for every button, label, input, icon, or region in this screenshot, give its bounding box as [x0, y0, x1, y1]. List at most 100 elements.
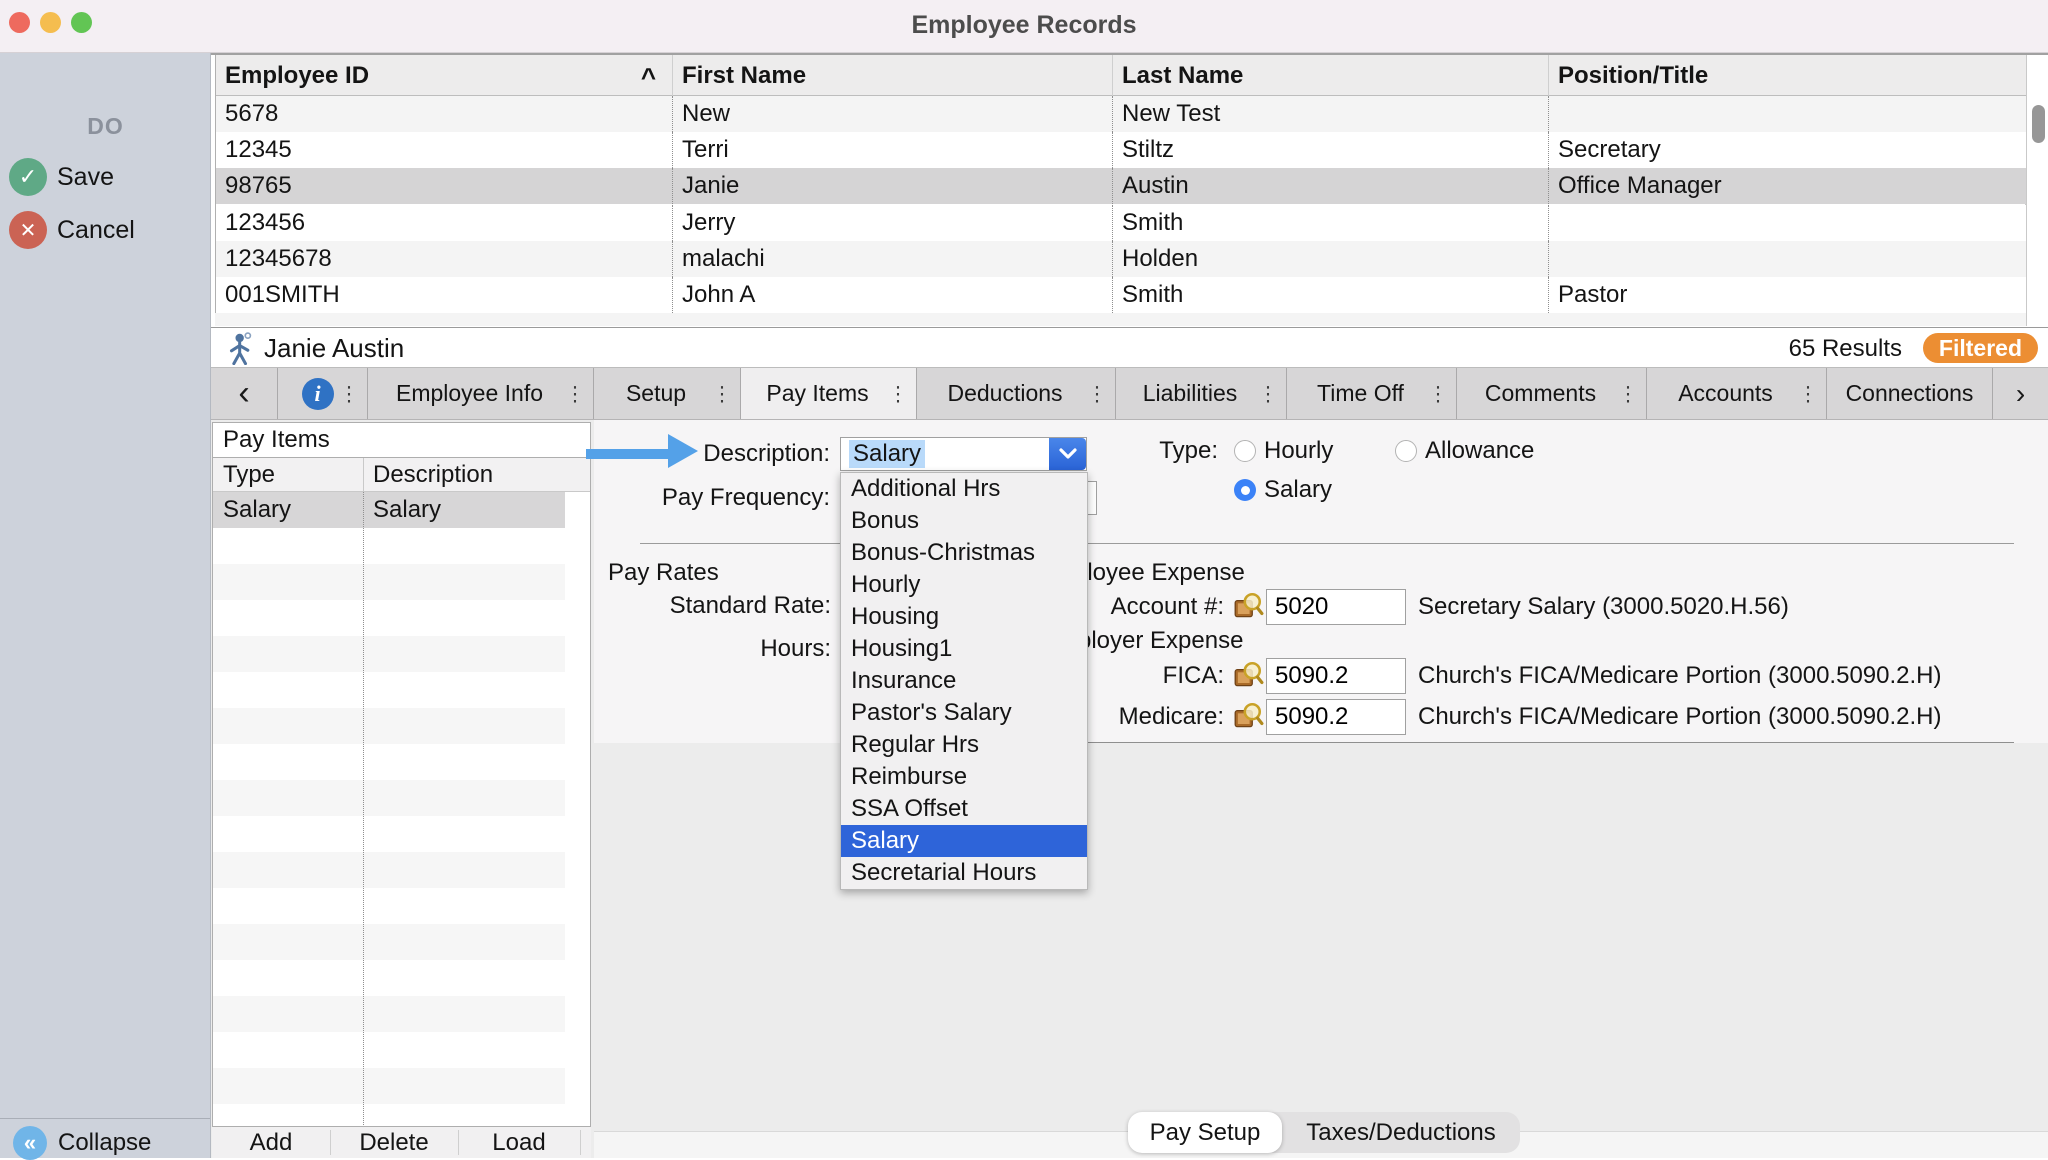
table-row[interactable]: 12345 Terri Stiltz Secretary: [216, 132, 2027, 168]
tab-menu-icon[interactable]: ⋮: [339, 381, 359, 406]
tab-menu-icon[interactable]: ⋮: [1798, 381, 1818, 406]
tab-menu-icon[interactable]: ⋮: [1428, 381, 1448, 406]
tab-connections[interactable]: Connections: [1827, 368, 1993, 419]
empty-list-row[interactable]: [213, 852, 565, 888]
tab-accounts[interactable]: Accounts⋮: [1647, 368, 1827, 419]
table-row[interactable]: 12345678 malachi Holden: [216, 241, 2027, 277]
empty-list-row[interactable]: [213, 996, 565, 1032]
filtered-badge[interactable]: Filtered: [1923, 333, 2038, 363]
combobox-dropdown-button[interactable]: [1049, 438, 1086, 470]
dropdown-option[interactable]: Bonus: [841, 505, 1087, 537]
table-scrollbar-thumb[interactable]: [2032, 105, 2045, 143]
save-button[interactable]: ✓ Save: [9, 158, 209, 196]
empty-list-row[interactable]: [213, 744, 565, 780]
dropdown-option[interactable]: Reimburse: [841, 761, 1087, 793]
account-number-input[interactable]: [1266, 589, 1406, 625]
cell-first-name: Jerry: [673, 205, 1113, 241]
tab-menu-icon[interactable]: ⋮: [1618, 381, 1638, 406]
tab-menu-icon[interactable]: ⋮: [565, 381, 585, 406]
tab-menu-icon[interactable]: ⋮: [1087, 381, 1107, 406]
table-row-selected[interactable]: 98765 Janie Austin Office Manager: [216, 168, 2027, 204]
tab-pay-setup-selected[interactable]: Pay Setup: [1128, 1112, 1282, 1153]
selected-employee-bar: Janie Austin 65 Results Filtered: [211, 327, 2048, 368]
dropdown-option[interactable]: Bonus-Christmas: [841, 537, 1087, 569]
column-header-first-name[interactable]: First Name: [673, 55, 1113, 96]
empty-list-row[interactable]: [213, 1104, 565, 1127]
empty-list-row[interactable]: [213, 1032, 565, 1068]
load-button[interactable]: Load: [458, 1127, 580, 1158]
dropdown-option[interactable]: Housing1: [841, 633, 1087, 665]
empty-list-row[interactable]: [213, 780, 565, 816]
collapse-chevrons-icon: «: [13, 1126, 47, 1160]
description-value: Salary: [849, 440, 925, 468]
cell-position: Secretary: [1549, 132, 2027, 168]
tab-menu-icon[interactable]: ⋮: [712, 381, 732, 406]
empty-list-row[interactable]: [213, 708, 565, 744]
list-scrollbar-track[interactable]: [565, 492, 590, 1125]
dropdown-option-selected[interactable]: Salary: [841, 825, 1087, 857]
empty-list-row[interactable]: [213, 888, 565, 924]
collapse-button[interactable]: « Collapse: [13, 1126, 203, 1160]
tab-time-off[interactable]: Time Off⋮: [1287, 368, 1457, 419]
tab-liabilities[interactable]: Liabilities⋮: [1116, 368, 1287, 419]
tab-comments[interactable]: Comments⋮: [1457, 368, 1647, 419]
column-header-employee-id[interactable]: Employee ID ^: [216, 55, 673, 96]
delete-button[interactable]: Delete: [330, 1127, 458, 1158]
type-hourly-radio[interactable]: [1234, 440, 1256, 462]
tabs-scroll-left-button[interactable]: ‹: [211, 368, 278, 419]
empty-list-row[interactable]: [213, 816, 565, 852]
type-allowance-radio[interactable]: [1395, 440, 1417, 462]
table-row[interactable]: 001SMITH John A Smith Pastor: [216, 277, 2027, 313]
tab-menu-icon[interactable]: ⋮: [1258, 381, 1278, 406]
tab-pay-items-selected[interactable]: Pay Items⋮: [741, 368, 917, 419]
tab-menu-icon[interactable]: ⋮: [888, 381, 908, 406]
table-row[interactable]: 5678 New New Test: [216, 96, 2027, 132]
empty-list-row[interactable]: [213, 528, 565, 564]
dropdown-option[interactable]: Housing: [841, 601, 1087, 633]
tab-employee-info[interactable]: Employee Info⋮: [368, 368, 594, 419]
empty-list-row[interactable]: [213, 960, 565, 996]
type-salary-radio-selected[interactable]: [1234, 479, 1256, 501]
column-header-position-title[interactable]: Position/Title: [1549, 55, 2027, 96]
column-header-last-name[interactable]: Last Name: [1113, 55, 1549, 96]
window-title: Employee Records: [0, 11, 2048, 40]
empty-list-row[interactable]: [213, 636, 565, 672]
cell-first-name: Janie: [673, 168, 1113, 204]
hours-label: Hours:: [631, 634, 831, 664]
account-lookup-icon[interactable]: [1232, 590, 1264, 622]
dropdown-option[interactable]: Hourly: [841, 569, 1087, 601]
fica-lookup-icon[interactable]: [1232, 659, 1264, 691]
medicare-account-input[interactable]: [1266, 699, 1406, 735]
add-button[interactable]: Add: [212, 1127, 330, 1158]
cell-position: [1549, 96, 2027, 132]
fica-account-input[interactable]: [1266, 658, 1406, 694]
dropdown-option[interactable]: Secretarial Hours: [841, 857, 1087, 889]
tabs-scroll-right-button[interactable]: ›: [1993, 368, 2048, 419]
empty-list-row[interactable]: [213, 600, 565, 636]
dropdown-option[interactable]: Additional Hrs: [841, 473, 1087, 505]
cell-first-name: malachi: [673, 241, 1113, 277]
cancel-button[interactable]: ✕ Cancel: [9, 211, 209, 249]
table-row[interactable]: 123456 Jerry Smith: [216, 205, 2027, 241]
table-scrollbar-track[interactable]: [2026, 55, 2048, 326]
tab-setup[interactable]: Setup⋮: [594, 368, 741, 419]
dropdown-option[interactable]: SSA Offset: [841, 793, 1087, 825]
description-combobox[interactable]: Salary: [840, 437, 1087, 471]
empty-list-row[interactable]: [213, 924, 565, 960]
column-header-type[interactable]: Type: [223, 458, 353, 492]
person-icon: [228, 332, 256, 365]
pay-item-row-selected[interactable]: Salary Salary: [213, 492, 565, 528]
tab-deductions[interactable]: Deductions⋮: [917, 368, 1116, 419]
empty-list-row[interactable]: [213, 672, 565, 708]
dropdown-option[interactable]: Insurance: [841, 665, 1087, 697]
tab-taxes-deductions[interactable]: Taxes/Deductions: [1282, 1112, 1520, 1153]
dropdown-option[interactable]: Pastor's Salary: [841, 697, 1087, 729]
employee-table: Employee ID ^ First Name Last Name Posit…: [215, 55, 2026, 313]
column-header-description[interactable]: Description: [373, 458, 573, 492]
dropdown-option[interactable]: Regular Hrs: [841, 729, 1087, 761]
empty-list-row[interactable]: [213, 1068, 565, 1104]
medicare-lookup-icon[interactable]: [1232, 700, 1264, 732]
tab-info[interactable]: i ⋮: [278, 368, 368, 419]
empty-list-row[interactable]: [213, 564, 565, 600]
type-hourly-label: Hourly: [1264, 436, 1404, 466]
